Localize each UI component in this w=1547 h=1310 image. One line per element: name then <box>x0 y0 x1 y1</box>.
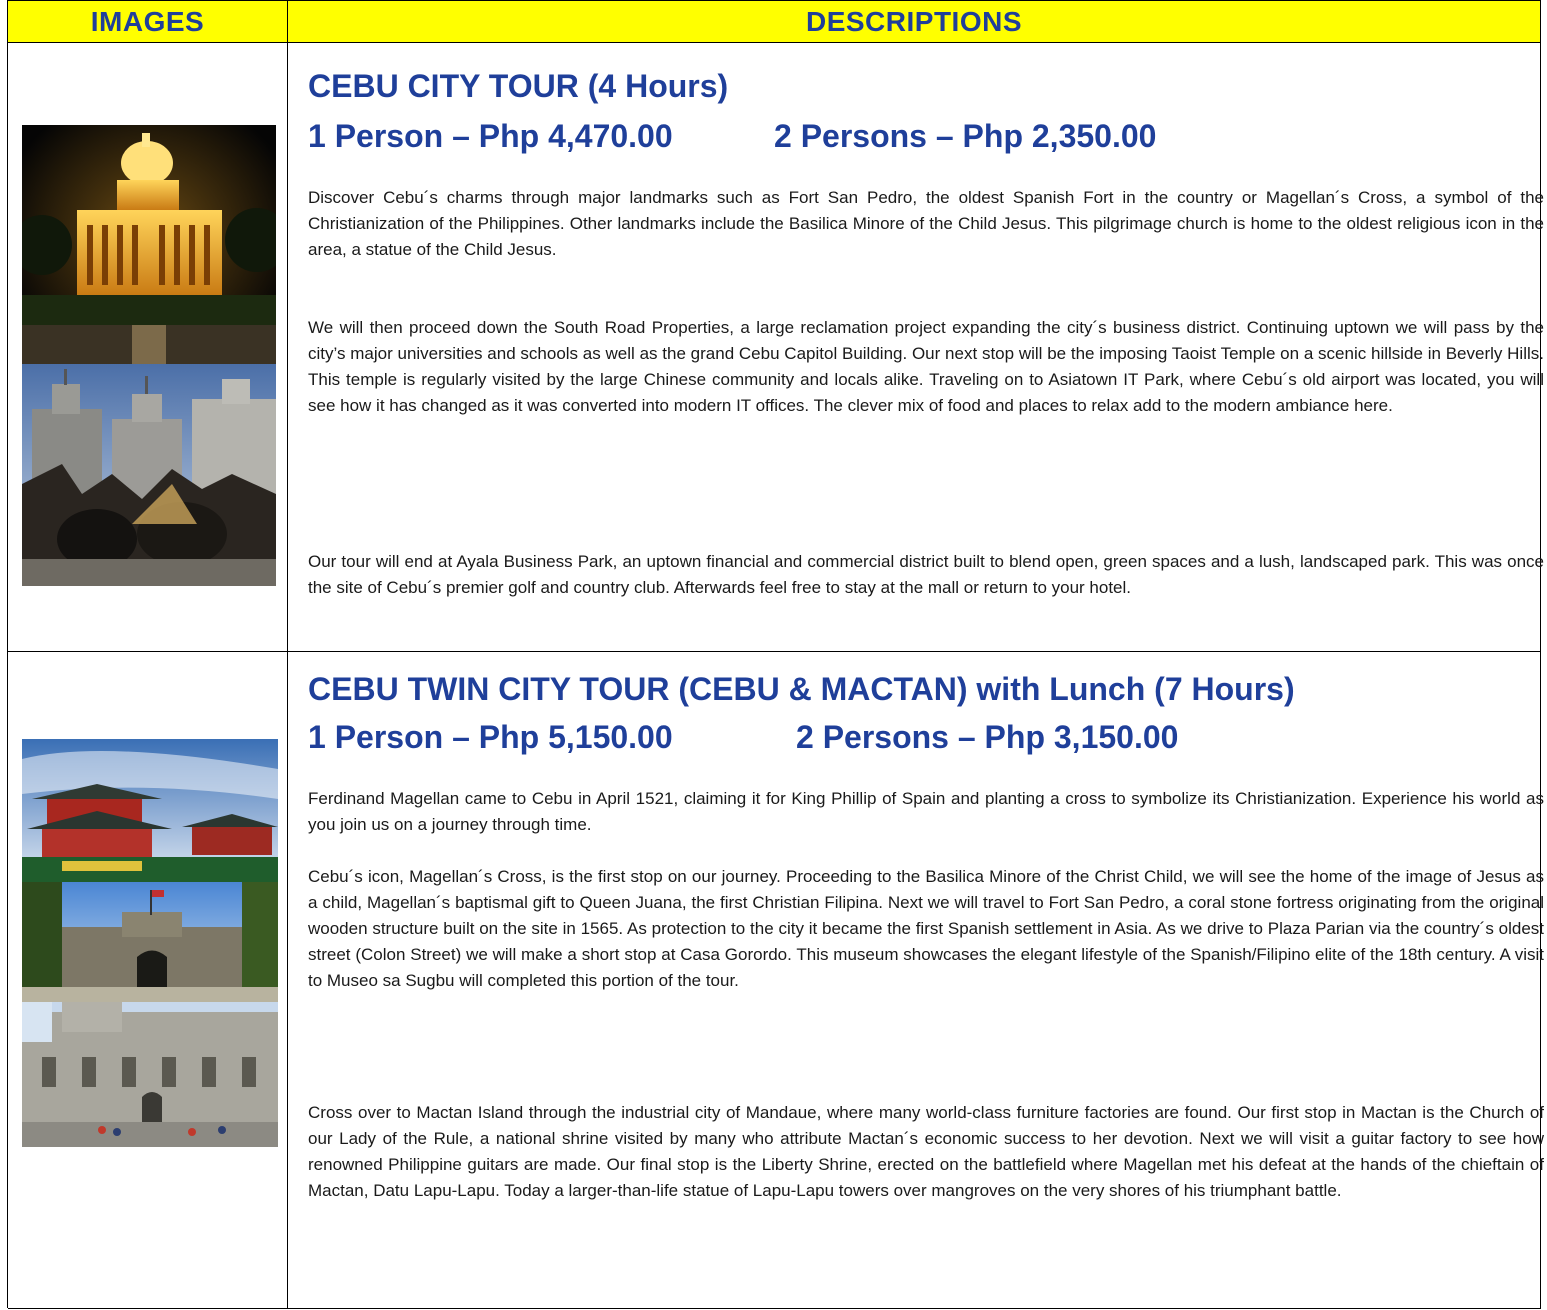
tour-2-paragraph-3: Cross over to Mactan Island through the … <box>308 1103 1544 1200</box>
tour-table: IMAGES DESCRIPTIONS CEBU CITY TOUR (4 Ho… <box>7 0 1544 1309</box>
tour-1-description-cell: CEBU CITY TOUR (4 Hours) 1 Person – Php … <box>288 43 1544 652</box>
tour-1-title: CEBU CITY TOUR (4 Hours) <box>308 68 729 104</box>
basilica-monument-photo <box>22 364 276 586</box>
header-images-label: IMAGES <box>90 5 205 37</box>
basilica-facade-photo <box>22 1002 278 1147</box>
capitol-building-photo <box>22 125 276 364</box>
tour-2-paragraph-1: Ferdinand Magellan came to Cebu in April… <box>308 789 1544 834</box>
header-descriptions-label: DESCRIPTIONS <box>805 5 1023 37</box>
tour-2-title: CEBU TWIN CITY TOUR (CEBU & MACTAN) with… <box>308 671 1295 707</box>
header-descriptions: DESCRIPTIONS <box>288 1 1541 43</box>
header-images: IMAGES <box>8 1 288 43</box>
tour-1-paragraph-2: We will then proceed down the South Road… <box>308 318 1544 415</box>
tour-1-image-cell <box>8 43 288 652</box>
fort-san-pedro-photo <box>22 882 278 1002</box>
tour-1-price-two: 2 Persons – Php 2,350.00 <box>774 118 1157 154</box>
tour-2-image-cell <box>8 652 288 1309</box>
tour-1-price-one: 1 Person – Php 4,470.00 <box>308 118 673 154</box>
tour-2-paragraph-2: Cebu´s icon, Magellan´s Cross, is the fi… <box>308 867 1544 990</box>
taoist-temple-photo <box>22 739 278 882</box>
tour-1-paragraph-3: Our tour will end at Ayala Business Park… <box>308 552 1544 597</box>
tour-2-description-cell: CEBU TWIN CITY TOUR (CEBU & MACTAN) with… <box>288 652 1544 1309</box>
tour-2-price-two: 2 Persons – Php 3,150.00 <box>796 719 1179 755</box>
tour-2-price-one: 1 Person – Php 5,150.00 <box>308 719 673 755</box>
tour-1-paragraph-1: Discover Cebu´s charms through major lan… <box>308 188 1544 259</box>
